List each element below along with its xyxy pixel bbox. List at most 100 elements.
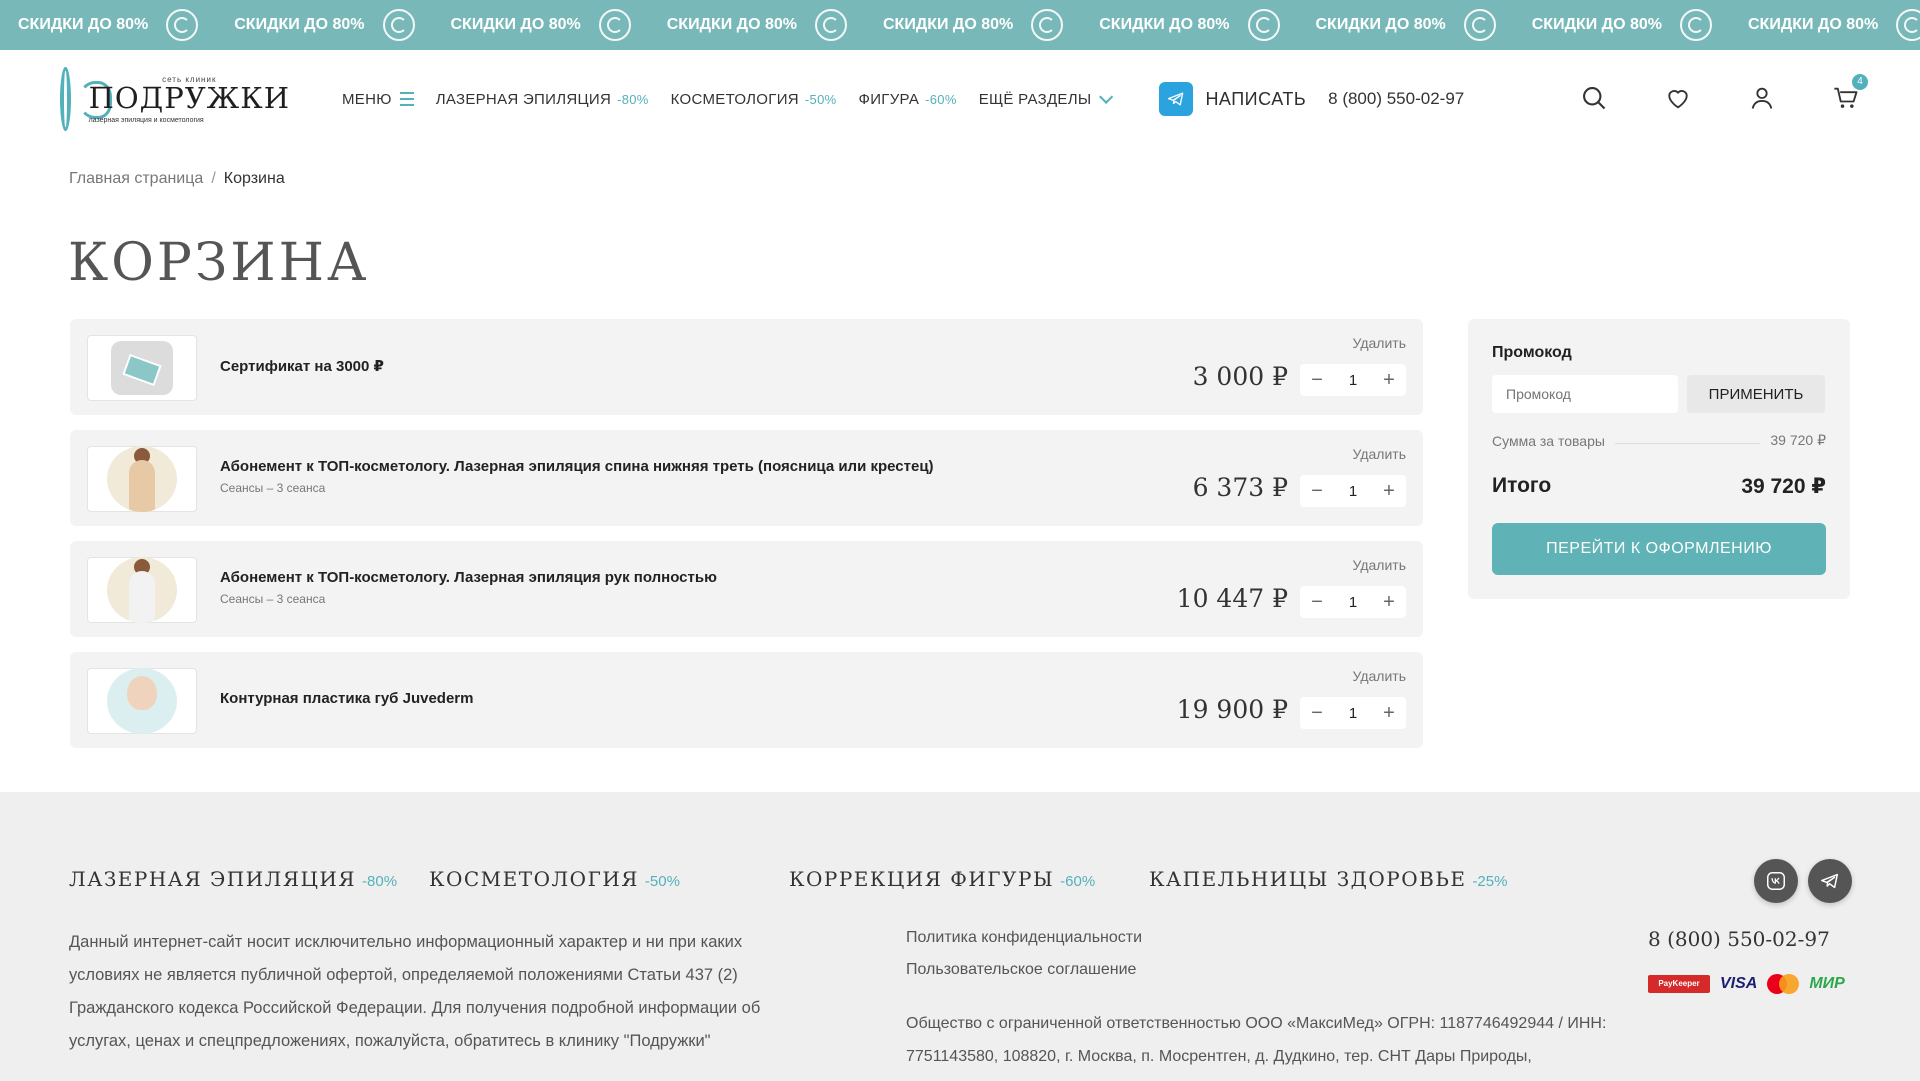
ticker-logo-icon bbox=[1247, 9, 1280, 41]
footer-phone-link[interactable]: 8 (800) 550-02-97 bbox=[1648, 927, 1830, 951]
ticker-logo-icon bbox=[1463, 9, 1496, 41]
qty-value[interactable]: 1 bbox=[1336, 483, 1370, 500]
logo-text: сеть клиник ПОДРУЖКИ лазерная эпиляция и… bbox=[89, 75, 290, 124]
company-info: Общество с ограниченной ответственностью… bbox=[906, 1015, 1607, 1065]
chevron-down-icon bbox=[1099, 89, 1114, 104]
nav-figure-discount: -60% bbox=[925, 91, 957, 107]
qty-plus-button[interactable]: + bbox=[1372, 480, 1406, 503]
footer-category-figure[interactable]: КОРРЕКЦИЯ ФИГУРЫ -60% bbox=[789, 867, 1095, 891]
ticker-item: СКИДКИ ДО 80% bbox=[1730, 9, 1920, 41]
breadcrumb-separator: / bbox=[211, 170, 216, 187]
logo-mark-icon bbox=[60, 67, 110, 131]
footer-category-drips[interactable]: КАПЕЛЬНИЦЫ ЗДОРОВЬЕ -25% bbox=[1149, 867, 1507, 891]
delete-item-link[interactable]: Удалить bbox=[1353, 557, 1406, 573]
item-photo bbox=[107, 668, 177, 734]
qty-plus-button[interactable]: + bbox=[1372, 702, 1406, 725]
user-agreement-link[interactable]: Пользовательское соглашение bbox=[906, 961, 1142, 979]
nav-menu[interactable]: МЕНЮ bbox=[342, 91, 414, 108]
write-telegram-button[interactable]: НАПИСАТЬ bbox=[1159, 82, 1306, 116]
breadcrumb: Главная страница / Корзина bbox=[69, 170, 285, 188]
header-icons: 4 bbox=[1526, 74, 1868, 114]
item-title[interactable]: Абонемент к ТОП-косметологу. Лазерная эп… bbox=[220, 569, 717, 586]
item-thumbnail[interactable] bbox=[87, 335, 197, 401]
item-price: 6 373 ₽ bbox=[1192, 473, 1288, 502]
delete-item-link[interactable]: Удалить bbox=[1353, 668, 1406, 684]
item-price: 19 900 ₽ bbox=[1176, 695, 1288, 724]
search-icon[interactable] bbox=[1578, 82, 1610, 114]
nav-laser-discount: -80% bbox=[617, 91, 649, 107]
promo-code-input[interactable] bbox=[1492, 375, 1678, 413]
qty-value[interactable]: 1 bbox=[1336, 594, 1370, 611]
cart-icon[interactable]: 4 bbox=[1830, 74, 1868, 114]
nav-cosmetology[interactable]: КОСМЕТОЛОГИЯ -50% bbox=[671, 91, 837, 108]
cart-item: Контурная пластика губ Juvederm Удалить … bbox=[70, 652, 1423, 748]
order-summary: Промокод ПРИМЕНИТЬ Сумма за товары 39 72… bbox=[1468, 319, 1850, 599]
logo-subtitle: лазерная эпиляция и косметология bbox=[88, 116, 204, 124]
mir-logo: МИР bbox=[1809, 975, 1845, 992]
ticker-item: СКИДКИ ДО 80% bbox=[1298, 9, 1514, 41]
site-logo[interactable]: сеть клиник ПОДРУЖКИ лазерная эпиляция и… bbox=[60, 67, 290, 131]
checkout-button[interactable]: ПЕРЕЙТИ К ОФОРМЛЕНИЮ bbox=[1492, 523, 1826, 575]
quantity-stepper: − 1 + bbox=[1300, 475, 1406, 507]
item-subtitle: Сеансы – 3 сеанса bbox=[220, 481, 326, 495]
apply-promo-button[interactable]: ПРИМЕНИТЬ bbox=[1687, 375, 1825, 413]
nav-menu-label: МЕНЮ bbox=[342, 90, 392, 108]
delete-item-link[interactable]: Удалить bbox=[1353, 446, 1406, 462]
qty-minus-button[interactable]: − bbox=[1300, 480, 1334, 503]
ticker-text: СКИДКИ ДО 80% bbox=[1315, 16, 1446, 33]
item-thumbnail[interactable] bbox=[87, 557, 197, 623]
header-phone-link[interactable]: 8 (800) 550-02-97 bbox=[1328, 89, 1464, 109]
qty-minus-button[interactable]: − bbox=[1300, 591, 1334, 614]
footer-category-label: КОРРЕКЦИЯ ФИГУРЫ bbox=[789, 867, 1055, 891]
footer-category-discount: -25% bbox=[1472, 873, 1508, 890]
breadcrumb-current: Корзина bbox=[223, 170, 285, 187]
total-label: Итого bbox=[1492, 474, 1552, 497]
qty-plus-button[interactable]: + bbox=[1372, 591, 1406, 614]
ticker-item: СКИДКИ ДО 80% bbox=[433, 9, 649, 41]
item-price: 10 447 ₽ bbox=[1176, 584, 1288, 613]
item-photo bbox=[107, 446, 177, 512]
total-row: Итого 39 720 ₽ bbox=[1492, 474, 1826, 499]
ticker-text: СКИДКИ ДО 80% bbox=[1099, 16, 1230, 33]
quantity-stepper: − 1 + bbox=[1300, 586, 1406, 618]
item-title[interactable]: Контурная пластика губ Juvederm bbox=[220, 690, 473, 707]
nav-more-sections[interactable]: ЕЩЁ РАЗДЕЛЫ bbox=[979, 89, 1114, 108]
write-label: НАПИСАТЬ bbox=[1205, 88, 1307, 109]
footer-links: Политика конфиденциальности Пользователь… bbox=[906, 929, 1142, 993]
ticker-item: СКИДКИ ДО 80% bbox=[1081, 9, 1297, 41]
item-price: 3 000 ₽ bbox=[1192, 362, 1288, 391]
item-subtitle: Сеансы – 3 сеанса bbox=[220, 592, 326, 606]
qty-value[interactable]: 1 bbox=[1336, 705, 1370, 722]
item-thumbnail[interactable] bbox=[87, 446, 197, 512]
qty-minus-button[interactable]: − bbox=[1300, 702, 1334, 725]
footer-category-discount: -60% bbox=[1060, 873, 1096, 890]
telegram-icon[interactable] bbox=[1808, 859, 1852, 903]
qty-plus-button[interactable]: + bbox=[1372, 369, 1406, 392]
nav-figure-label: ФИГУРА bbox=[858, 90, 920, 108]
ticker-logo-icon bbox=[1680, 9, 1712, 41]
delete-item-link[interactable]: Удалить bbox=[1353, 335, 1406, 351]
item-title[interactable]: Абонемент к ТОП-косметологу. Лазерная эп… bbox=[220, 458, 934, 475]
footer-category-laser[interactable]: ЛАЗЕРНАЯ ЭПИЛЯЦИЯ -80% bbox=[69, 867, 397, 891]
footer-category-discount: -50% bbox=[644, 873, 680, 890]
ticker-item: СКИДКИ ДО 80% bbox=[649, 9, 865, 41]
nav-cosmetology-discount: -50% bbox=[804, 91, 837, 107]
user-icon[interactable] bbox=[1746, 82, 1778, 114]
footer-category-cosmetology[interactable]: КОСМЕТОЛОГИЯ -50% bbox=[429, 867, 680, 891]
nav-figure[interactable]: ФИГУРА -60% bbox=[858, 91, 956, 108]
breadcrumb-home[interactable]: Главная страница bbox=[69, 170, 203, 187]
qty-value[interactable]: 1 bbox=[1336, 372, 1370, 389]
privacy-policy-link[interactable]: Политика конфиденциальности bbox=[906, 929, 1142, 947]
cart-item: Абонемент к ТОП-косметологу. Лазерная эп… bbox=[70, 541, 1423, 637]
site-footer: ЛАЗЕРНАЯ ЭПИЛЯЦИЯ -80% КОСМЕТОЛОГИЯ -50% К… bbox=[0, 792, 1920, 1081]
certificate-image bbox=[111, 341, 173, 395]
vk-icon[interactable] bbox=[1754, 859, 1798, 903]
page-title: КОРЗИНА bbox=[68, 233, 370, 293]
nav-laser[interactable]: ЛАЗЕРНАЯ ЭПИЛЯЦИЯ -80% bbox=[436, 91, 649, 108]
heart-icon[interactable] bbox=[1662, 82, 1694, 114]
cart-item: Сертификат на 3000 ₽ Удалить 3 000 ₽ − 1… bbox=[70, 319, 1423, 415]
item-title[interactable]: Сертификат на 3000 ₽ bbox=[220, 357, 384, 375]
item-photo bbox=[107, 557, 177, 623]
item-thumbnail[interactable] bbox=[87, 668, 197, 734]
qty-minus-button[interactable]: − bbox=[1300, 369, 1334, 392]
